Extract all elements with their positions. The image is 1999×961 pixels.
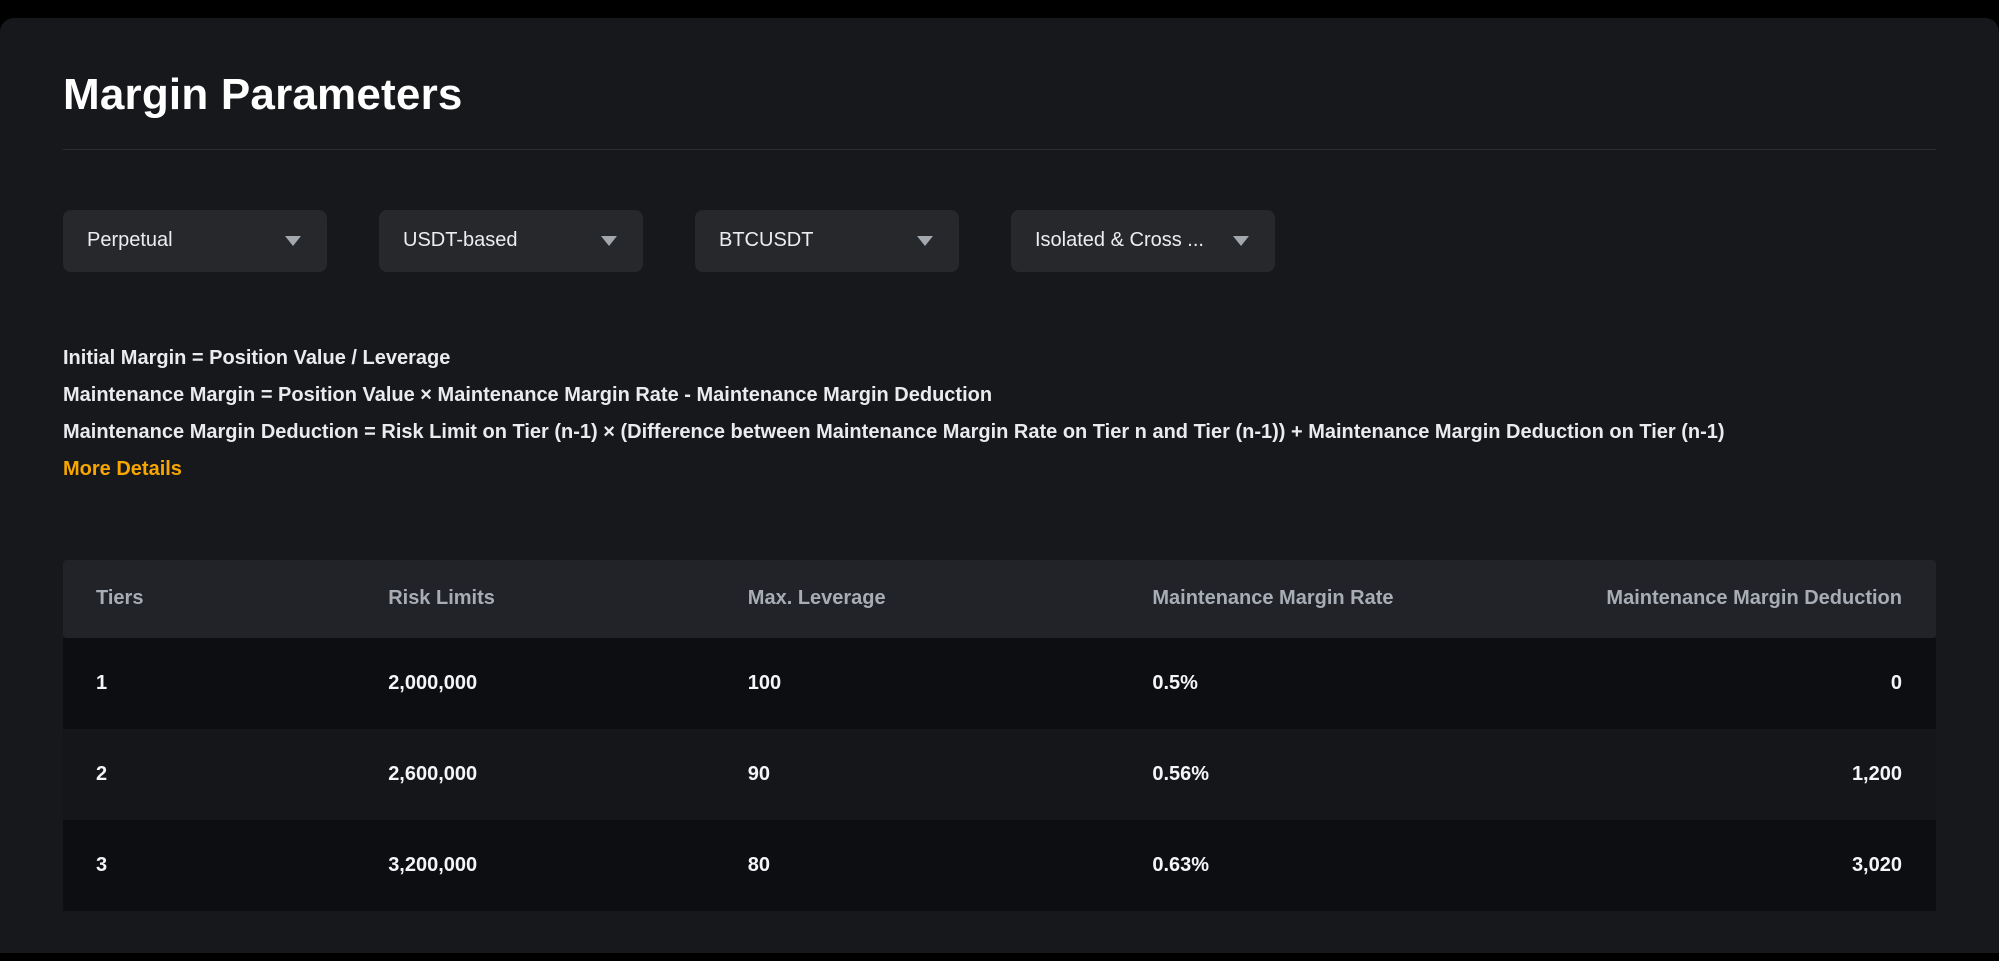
margin-parameters-page: Margin Parameters Perpetual USDT-based B… [0, 18, 1999, 911]
formula-block: Initial Margin = Position Value / Levera… [63, 340, 1936, 488]
cell-risk-limit: 3,200,000 [355, 820, 715, 911]
page-title: Margin Parameters [63, 70, 1936, 121]
table-row: 1 2,000,000 100 0.5% 0 [63, 638, 1936, 729]
cell-risk-limit: 2,000,000 [355, 638, 715, 729]
filter-bar: Perpetual USDT-based BTCUSDT Isolated & … [63, 210, 1936, 272]
cell-maintenance-margin-deduction: 1,200 [1520, 729, 1936, 820]
cell-max-leverage: 100 [715, 638, 1120, 729]
maintenance-margin-deduction-formula: Maintenance Margin Deduction = Risk Limi… [63, 414, 1936, 451]
header-maintenance-margin-rate: Maintenance Margin Rate [1119, 560, 1520, 638]
cell-risk-limit: 2,600,000 [355, 729, 715, 820]
table-row: 3 3,200,000 80 0.63% 3,020 [63, 820, 1936, 911]
contract-type-value: Perpetual [87, 229, 173, 252]
cell-max-leverage: 80 [715, 820, 1120, 911]
cell-maintenance-margin-rate: 0.63% [1119, 820, 1520, 911]
margin-parameters-table: Tiers Risk Limits Max. Leverage Maintena… [63, 560, 1936, 911]
cell-tier: 3 [63, 820, 355, 911]
chevron-down-icon [285, 236, 301, 246]
cell-maintenance-margin-rate: 0.56% [1119, 729, 1520, 820]
cell-maintenance-margin-deduction: 0 [1520, 638, 1936, 729]
contract-type-dropdown[interactable]: Perpetual [63, 210, 327, 272]
initial-margin-formula: Initial Margin = Position Value / Levera… [63, 340, 1936, 377]
header-tiers: Tiers [63, 560, 355, 638]
table-header-row: Tiers Risk Limits Max. Leverage Maintena… [63, 560, 1936, 638]
maintenance-margin-formula: Maintenance Margin = Position Value × Ma… [63, 377, 1936, 414]
header-maintenance-margin-deduction: Maintenance Margin Deduction [1520, 560, 1936, 638]
margin-mode-value: Isolated & Cross ... [1035, 229, 1204, 252]
header-max-leverage: Max. Leverage [715, 560, 1120, 638]
chevron-down-icon [601, 236, 617, 246]
more-details-link[interactable]: More Details [63, 451, 182, 488]
settlement-asset-dropdown[interactable]: USDT-based [379, 210, 643, 272]
main-panel: Margin Parameters Perpetual USDT-based B… [0, 18, 1999, 953]
margin-mode-dropdown[interactable]: Isolated & Cross ... [1011, 210, 1275, 272]
chevron-down-icon [1233, 236, 1249, 246]
cell-tier: 2 [63, 729, 355, 820]
symbol-dropdown[interactable]: BTCUSDT [695, 210, 959, 272]
symbol-value: BTCUSDT [719, 229, 813, 252]
table-row: 2 2,600,000 90 0.56% 1,200 [63, 729, 1936, 820]
cell-tier: 1 [63, 638, 355, 729]
chevron-down-icon [917, 236, 933, 246]
table-header: Tiers Risk Limits Max. Leverage Maintena… [63, 560, 1936, 638]
header-risk-limits: Risk Limits [355, 560, 715, 638]
cell-max-leverage: 90 [715, 729, 1120, 820]
cell-maintenance-margin-rate: 0.5% [1119, 638, 1520, 729]
table-body: 1 2,000,000 100 0.5% 0 2 2,600,000 90 0.… [63, 638, 1936, 911]
title-divider [63, 149, 1936, 150]
cell-maintenance-margin-deduction: 3,020 [1520, 820, 1936, 911]
settlement-asset-value: USDT-based [403, 229, 518, 252]
